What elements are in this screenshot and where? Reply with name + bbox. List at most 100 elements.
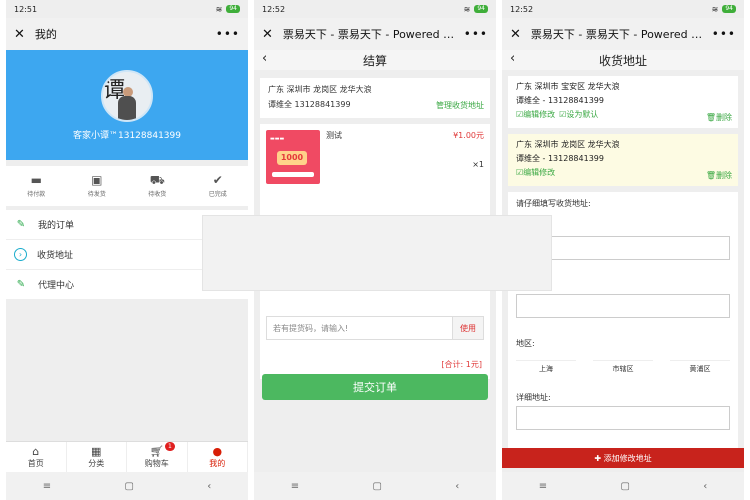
tab-category[interactable]: ▦ 分类 xyxy=(67,442,127,472)
contact-line: 谭维全 - 13128841399 xyxy=(516,96,604,105)
address-line: 广东 深圳市 龙岗区 龙华大浪 xyxy=(516,140,620,149)
product-name: 测试 xyxy=(326,131,342,140)
manage-address-link[interactable]: 管理收货地址 xyxy=(436,100,484,111)
order-pending-receipt[interactable]: ⛟ 待收货 xyxy=(127,166,188,206)
menu-icon[interactable]: ≡ xyxy=(291,481,299,492)
order-label: 待发货 xyxy=(87,191,106,198)
delete-address-link[interactable]: 🗑︎删除 xyxy=(706,170,732,181)
card-icon: ▬ xyxy=(30,173,42,187)
system-nav-bar: ≡ ▢ ‹ xyxy=(6,472,248,500)
tab-mine[interactable]: ● 我的 xyxy=(188,442,248,472)
more-icon[interactable]: ••• xyxy=(216,27,240,41)
delete-label: 删除 xyxy=(716,113,732,122)
trash-icon: 🗑︎ xyxy=(705,171,716,180)
home-button-icon[interactable]: ▢ xyxy=(372,481,381,492)
close-icon[interactable]: ✕ xyxy=(510,27,521,42)
region-picker[interactable]: 上海 市辖区 黄浦区 xyxy=(516,360,730,374)
back-icon[interactable]: ‹ xyxy=(207,481,211,492)
close-icon[interactable]: ✕ xyxy=(14,27,25,42)
system-nav-bar: ≡ ▢ ‹ xyxy=(502,472,744,500)
region-city[interactable]: 市辖区 xyxy=(593,360,653,374)
blank-overlay-panel xyxy=(202,215,552,291)
battery-icon: 94 xyxy=(474,5,488,13)
order-label: 待付款 xyxy=(27,191,46,198)
address-card-default[interactable]: 广东 深圳市 龙岗区 龙华大浪 谭维全 - 13128841399 ☑编辑修改 … xyxy=(508,134,738,186)
product-image: ▬▬▬ 1000 xyxy=(266,130,320,184)
detail-address-input[interactable] xyxy=(516,406,730,430)
box-icon: ▣ xyxy=(91,173,103,187)
product-price: ¥1.00元 xyxy=(453,131,484,140)
page-title: 票易天下 - 票易天下 - Powered by... xyxy=(282,28,458,41)
cart-icon: 🛒︎ xyxy=(149,444,164,458)
avatar[interactable]: 谭 xyxy=(101,69,153,122)
product-image-amount: 1000 xyxy=(277,151,307,165)
use-code-button[interactable]: 使用 xyxy=(452,316,484,340)
product-item: ▬▬▬ 1000 测试 ¥1.00元 ×1 xyxy=(260,124,490,217)
product-quantity: ×1 xyxy=(472,160,484,169)
order-status-bar: ▬ 待付款 ▣ 待发货 ⛟ 待收货 ✔ 已完成 xyxy=(6,166,248,206)
edit-icon: ✎ xyxy=(16,219,26,230)
region-province[interactable]: 上海 xyxy=(516,360,576,374)
menu-icon[interactable]: ≡ xyxy=(43,481,51,492)
tab-home[interactable]: ⌂ 首页 xyxy=(6,442,67,472)
nav-bar: ✕ 我的 ••• xyxy=(6,18,248,50)
region-district[interactable]: 黄浦区 xyxy=(670,360,730,374)
order-pending-shipment[interactable]: ▣ 待发货 xyxy=(67,166,128,206)
set-default-link[interactable]: ☑设为默认 xyxy=(559,109,598,120)
delete-address-link[interactable]: 🗑︎删除 xyxy=(706,112,732,123)
close-icon[interactable]: ✕ xyxy=(262,27,273,42)
sub-header: ‹ 收货地址 xyxy=(502,50,744,70)
submit-order-button[interactable]: 提交订单 xyxy=(262,374,488,400)
page-title: 票易天下 - 票易天下 - Powered by... xyxy=(530,28,706,41)
system-nav-bar: ≡ ▢ ‹ xyxy=(254,472,496,500)
cart-badge: 1 xyxy=(165,442,175,451)
order-pending-payment[interactable]: ▬ 待付款 xyxy=(6,166,67,206)
back-icon[interactable]: ‹ xyxy=(703,481,707,492)
back-icon[interactable]: ‹ xyxy=(510,51,515,66)
battery-icon: 94 xyxy=(722,5,736,13)
pickup-code-row: 若有提货码，请输入! 使用 xyxy=(260,307,490,349)
arrow-circle-icon: › xyxy=(14,248,27,261)
menu-icon[interactable]: ≡ xyxy=(539,481,547,492)
status-time: 12:52 xyxy=(262,4,286,14)
battery-icon: 94 xyxy=(226,5,240,13)
sub-title: 收货地址 xyxy=(598,53,647,68)
grid-icon: ▦ xyxy=(91,444,102,458)
order-label: 已完成 xyxy=(208,191,227,198)
tab-label: 我的 xyxy=(209,458,226,468)
detail-address-label: 详细地址: xyxy=(516,393,551,402)
add-address-button[interactable]: ✚ 添加修改地址 xyxy=(502,448,744,468)
shipping-address-card[interactable]: 广东 深圳市 龙岗区 龙华大浪 谭维全 13128841399 管理收货地址 xyxy=(260,78,490,118)
status-bar: 12:52 ≋ 94 xyxy=(502,0,744,18)
pickup-code-input[interactable]: 若有提货码，请输入! xyxy=(266,316,452,340)
status-bar: 12:52 ≋ 94 xyxy=(254,0,496,18)
edit-address-link[interactable]: ☑编辑修改 xyxy=(516,167,555,178)
status-time: 12:52 xyxy=(510,4,534,14)
wifi-icon: ≋ xyxy=(711,4,719,14)
address-card[interactable]: 广东 深圳市 宝安区 龙华大浪 谭维全 - 13128841399 ☑编辑修改 … xyxy=(508,76,738,128)
more-icon[interactable]: ••• xyxy=(464,27,488,41)
back-icon[interactable]: ‹ xyxy=(455,481,459,492)
profile-name: 客家小谭™13128841399 xyxy=(73,130,181,141)
tab-cart[interactable]: 🛒︎ 1 购物车 xyxy=(127,442,188,472)
status-time: 12:51 xyxy=(14,4,38,14)
home-icon: ⌂ xyxy=(32,444,40,458)
wifi-icon: ≋ xyxy=(215,4,223,14)
more-icon[interactable]: ••• xyxy=(712,27,736,41)
wifi-icon: ≋ xyxy=(463,4,471,14)
home-button-icon[interactable]: ▢ xyxy=(124,481,133,492)
sub-header: ‹ 结算 xyxy=(254,50,496,70)
order-completed[interactable]: ✔ 已完成 xyxy=(188,166,249,206)
status-bar: 12:51 ≋ 94 xyxy=(6,0,248,18)
tab-bar: ⌂ 首页 ▦ 分类 🛒︎ 1 购物车 ● 我的 xyxy=(6,441,248,472)
edit-address-link[interactable]: ☑编辑修改 xyxy=(516,109,555,120)
trash-icon: 🗑︎ xyxy=(705,113,716,122)
edit-icon: ✎ xyxy=(16,279,26,290)
menu-label: 收货地址 xyxy=(37,251,74,261)
form-title: 请仔细填写收货地址: xyxy=(516,199,591,208)
region-label: 地区: xyxy=(516,339,535,348)
address-line: 广东 深圳市 宝安区 龙华大浪 xyxy=(516,82,620,91)
back-icon[interactable]: ‹ xyxy=(262,51,267,66)
home-button-icon[interactable]: ▢ xyxy=(620,481,629,492)
phone-input[interactable] xyxy=(516,294,730,318)
